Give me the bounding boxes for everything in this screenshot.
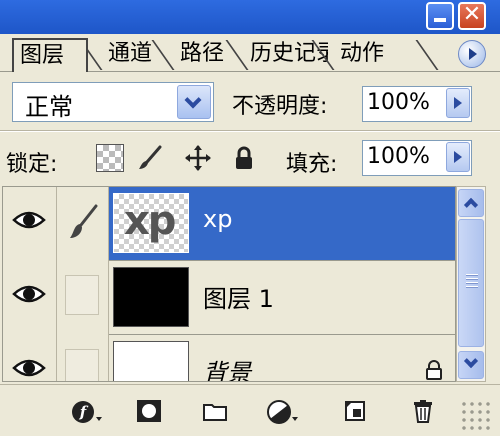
scroll-down-button[interactable] bbox=[458, 351, 484, 379]
blend-mode-value: 正常 bbox=[25, 93, 73, 121]
close-button[interactable]: ✕ bbox=[458, 2, 486, 30]
opacity-label: 不透明度: bbox=[232, 94, 328, 119]
layer-row-background[interactable]: 背景 bbox=[3, 335, 455, 381]
layer-thumbnail bbox=[113, 341, 189, 381]
layers-bottom-toolbar: f bbox=[0, 384, 500, 436]
empty-link-box bbox=[65, 349, 99, 381]
opacity-slider-button[interactable] bbox=[446, 88, 470, 118]
tab-layers[interactable]: 图层 bbox=[12, 38, 88, 72]
chevron-down-icon bbox=[184, 91, 202, 109]
close-icon: ✕ bbox=[462, 2, 482, 27]
minimize-button[interactable] bbox=[426, 2, 454, 30]
layers-palette: ✕ 图层 通道 路径 历史记录 动作 正常 不透明度: 100% 锁定: bbox=[0, 0, 500, 436]
lock-transparent-icon[interactable] bbox=[96, 144, 124, 172]
layer-name[interactable]: xp bbox=[203, 205, 232, 233]
grip-icon bbox=[466, 274, 478, 290]
empty-link-box bbox=[65, 275, 99, 315]
fill-slider-button[interactable] bbox=[446, 142, 470, 172]
layer-name[interactable]: 图层 1 bbox=[203, 279, 274, 314]
palette-menu-button[interactable] bbox=[458, 40, 486, 68]
visibility-toggle[interactable] bbox=[3, 335, 57, 381]
palette-title-bar[interactable]: ✕ bbox=[0, 0, 500, 34]
thumbnail-text: xp bbox=[124, 198, 176, 244]
fill-value: 100% bbox=[367, 144, 430, 169]
layer-link-toggle[interactable] bbox=[57, 261, 109, 335]
layer-row-layer1[interactable]: 图层 1 bbox=[3, 261, 455, 335]
lock-label: 锁定: bbox=[6, 152, 58, 177]
arrow-right-icon bbox=[454, 97, 462, 109]
dropdown-button[interactable] bbox=[177, 85, 211, 119]
scroll-thumb[interactable] bbox=[458, 219, 484, 347]
divider bbox=[0, 130, 500, 132]
eye-icon bbox=[12, 211, 46, 229]
padlock-icon bbox=[426, 360, 442, 380]
chevron-down-icon bbox=[463, 353, 479, 369]
layer-row-xp[interactable]: xp xp bbox=[3, 187, 455, 261]
layer-link-toggle[interactable] bbox=[57, 187, 109, 261]
layer-thumbnail bbox=[113, 267, 189, 327]
layer-name[interactable]: 背景 bbox=[203, 353, 251, 381]
delete-layer-trash-icon[interactable] bbox=[410, 399, 436, 423]
layer-link-toggle[interactable] bbox=[57, 335, 109, 381]
layer-thumbnail: xp bbox=[113, 193, 189, 253]
layer-style-icon[interactable]: f bbox=[70, 399, 102, 425]
scroll-up-button[interactable] bbox=[458, 189, 484, 217]
minimize-icon bbox=[434, 18, 446, 22]
resize-grip[interactable] bbox=[460, 400, 490, 430]
layers-list: xp xp 图层 1 背景 bbox=[2, 186, 456, 382]
lock-paint-brush-icon[interactable] bbox=[136, 144, 164, 172]
layer-set-folder-icon[interactable] bbox=[202, 399, 228, 423]
layer-mask-icon[interactable] bbox=[136, 399, 162, 423]
chevron-up-icon bbox=[463, 197, 479, 213]
lock-all-padlock-icon[interactable] bbox=[230, 144, 258, 172]
layers-scrollbar[interactable] bbox=[456, 186, 486, 382]
adjustment-layer-icon[interactable] bbox=[266, 399, 298, 425]
eye-icon bbox=[12, 285, 46, 303]
eye-icon bbox=[12, 359, 46, 377]
visibility-toggle[interactable] bbox=[3, 187, 57, 261]
new-layer-icon[interactable] bbox=[342, 399, 368, 423]
tab-actions[interactable]: 动作 bbox=[328, 38, 428, 72]
lock-move-icon[interactable] bbox=[184, 144, 212, 172]
brush-icon bbox=[70, 204, 98, 238]
opacity-value: 100% bbox=[367, 90, 430, 115]
fill-label: 填充: bbox=[286, 152, 338, 177]
tab-channels[interactable]: 通道 bbox=[96, 38, 168, 72]
blend-mode-select[interactable]: 正常 bbox=[12, 82, 214, 122]
menu-arrow-icon bbox=[469, 48, 477, 60]
arrow-right-icon bbox=[454, 151, 462, 163]
visibility-toggle[interactable] bbox=[3, 261, 57, 335]
palette-tab-strip: 图层 通道 路径 历史记录 动作 bbox=[0, 34, 500, 72]
